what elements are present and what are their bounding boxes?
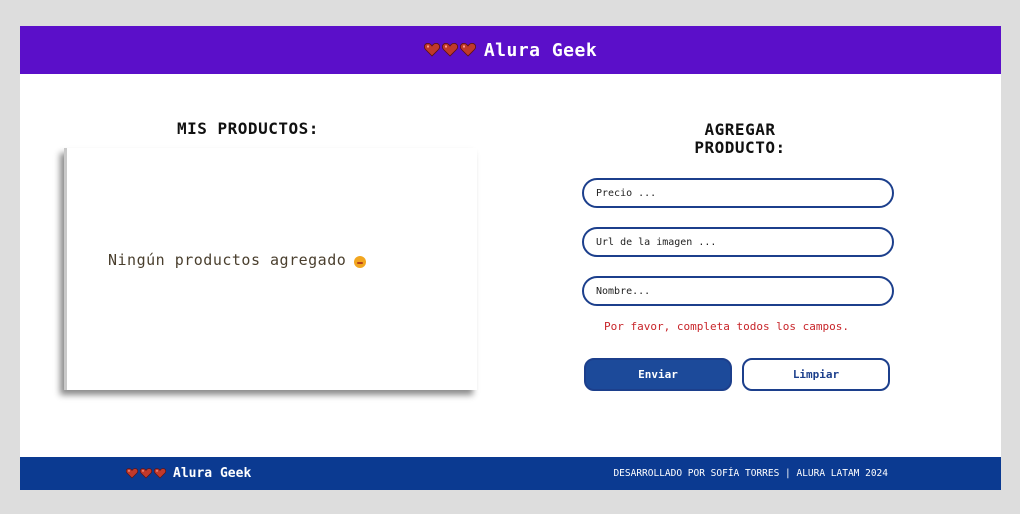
- heart-icon: [424, 43, 440, 57]
- sad-face-icon: [354, 256, 367, 268]
- heart-icon: [442, 43, 458, 57]
- name-field[interactable]: [582, 276, 894, 306]
- form-error-message: Por favor, completa todos los campos.: [604, 320, 850, 333]
- heart-icon: [140, 468, 152, 479]
- footer-hearts: [126, 468, 166, 479]
- heart-icon: [126, 468, 138, 479]
- header-brand[interactable]: Alura Geek: [424, 40, 597, 61]
- form-title-line1: AGREGAR: [704, 120, 776, 139]
- image-url-input[interactable]: [594, 235, 892, 249]
- products-list: Ningún productos agregado: [64, 148, 477, 390]
- header-hearts: [424, 43, 476, 57]
- footer: Alura Geek DESARROLLADO POR SOFÍA TORRES…: [20, 457, 1001, 490]
- footer-credit: DESARROLLADO POR SOFÍA TORRES | ALURA LA…: [613, 468, 888, 479]
- empty-products-text: Ningún productos agregado: [108, 251, 347, 269]
- header-brand-label: Alura Geek: [483, 39, 598, 61]
- name-input[interactable]: [594, 284, 892, 298]
- heart-icon: [154, 468, 166, 479]
- price-input[interactable]: [594, 186, 892, 200]
- empty-products-message: Ningún productos agregado: [108, 251, 367, 269]
- footer-brand-label: Alura Geek: [173, 466, 252, 481]
- header: Alura Geek: [20, 26, 1001, 74]
- clear-button[interactable]: Limpiar: [742, 358, 890, 391]
- products-title: MIS PRODUCTOS:: [177, 119, 319, 138]
- page: Alura Geek MIS PRODUCTOS: Ningún product…: [20, 26, 1001, 490]
- submit-button[interactable]: Enviar: [584, 358, 732, 391]
- heart-icon: [460, 43, 476, 57]
- footer-brand[interactable]: Alura Geek: [126, 466, 251, 481]
- price-field[interactable]: [582, 178, 894, 208]
- form-title: AGREGAR PRODUCTO:: [640, 121, 840, 157]
- image-url-field[interactable]: [582, 227, 894, 257]
- form-title-line2: PRODUCTO:: [694, 138, 786, 157]
